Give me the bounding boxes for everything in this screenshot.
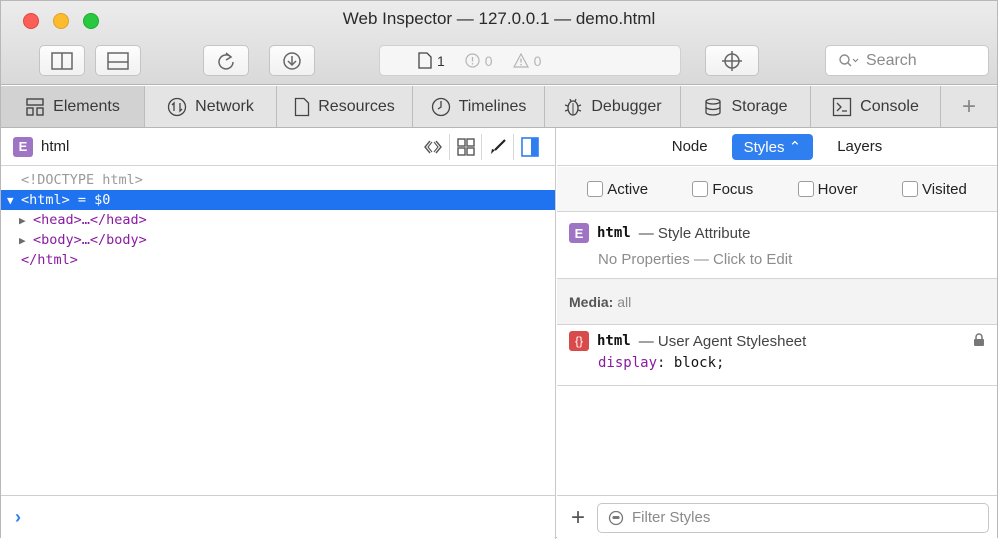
- pseudo-active-checkbox[interactable]: Active: [587, 181, 648, 198]
- layout-grid-button[interactable]: [449, 134, 481, 160]
- element-badge-icon: E: [13, 136, 33, 157]
- rule-origin: — Style Attribute: [638, 224, 751, 242]
- dom-nav-icons: [417, 134, 545, 160]
- pseudo-hover-checkbox[interactable]: Hover: [797, 181, 858, 198]
- reload-button[interactable]: [203, 45, 249, 76]
- tab-elements[interactable]: Elements: [1, 86, 145, 127]
- sidebar-tab-layers[interactable]: Layers: [837, 138, 882, 155]
- dock-side-icon: [51, 51, 73, 70]
- dom-node-html-close[interactable]: </html>: [1, 250, 555, 270]
- resources-icon: [295, 97, 310, 116]
- document-icon: [418, 52, 432, 69]
- search-field[interactable]: Search: [825, 45, 989, 76]
- brush-icon: [490, 139, 506, 154]
- activity-viewer[interactable]: 1 0 0: [379, 45, 681, 76]
- sidebar-tab-styles[interactable]: Styles ⌃: [731, 133, 814, 160]
- search-icon: [839, 53, 859, 66]
- window-title: Web Inspector — 127.0.0.1 — demo.html: [342, 9, 656, 28]
- disclosure-closed-icon[interactable]: ▶: [19, 231, 33, 251]
- quick-console[interactable]: ›: [1, 495, 555, 539]
- rule-origin: — User Agent Stylesheet: [638, 332, 807, 350]
- media-header: Media: all: [557, 279, 997, 325]
- tab-console[interactable]: Console: [811, 86, 941, 127]
- stylesheet-badge-icon: {}: [569, 331, 589, 351]
- errors-count: 0: [465, 53, 493, 69]
- tab-debugger[interactable]: Debugger: [545, 86, 681, 127]
- element-picker-button[interactable]: [705, 45, 759, 76]
- ua-rule-header: {} html — User Agent Stylesheet: [557, 331, 997, 351]
- resources-count: 1: [418, 52, 445, 69]
- filter-placeholder: Filter Styles: [632, 509, 711, 526]
- console-prompt-icon: ›: [15, 507, 21, 527]
- tab-network[interactable]: Network: [145, 86, 277, 127]
- styles-filter-bar: + Filter Styles: [557, 495, 997, 539]
- tab-storage[interactable]: Storage: [681, 86, 811, 127]
- shadow-dom-icon: [424, 140, 442, 154]
- dom-nav-bar: E html: [1, 128, 555, 166]
- rule-selector: html: [597, 333, 631, 349]
- pseudo-focus-checkbox[interactable]: Focus: [692, 181, 753, 198]
- elements-icon: [26, 97, 44, 116]
- checkbox[interactable]: [587, 181, 604, 197]
- timelines-icon: [431, 97, 450, 116]
- network-icon: [168, 97, 187, 116]
- show-shadow-dom-button[interactable]: [417, 134, 449, 160]
- inspector-window: Web Inspector — 127.0.0.1 — demo.html 1 …: [0, 0, 998, 539]
- debugger-icon: [565, 98, 582, 116]
- new-tab-button[interactable]: +: [941, 86, 997, 127]
- checkbox[interactable]: [692, 181, 709, 197]
- console-icon: [832, 97, 852, 116]
- no-properties-text[interactable]: No Properties — Click to Edit: [557, 251, 997, 268]
- dom-tree-panel: E html <!DOCTYPE html> ▼ <html> = $0 ▶ <…: [1, 128, 556, 539]
- pseudo-visited-checkbox[interactable]: Visited: [902, 181, 967, 198]
- details-sidebar: Node Styles ⌃ Layers Active Focus Hover …: [557, 128, 997, 539]
- dom-node-doctype[interactable]: <!DOCTYPE html>: [1, 170, 555, 190]
- checkbox[interactable]: [797, 181, 814, 197]
- dom-node-head[interactable]: ▶ <head>…</head>: [1, 210, 555, 230]
- search-placeholder: Search: [866, 51, 917, 69]
- warning-icon: [512, 53, 529, 68]
- dock-bottom-button[interactable]: [95, 45, 141, 76]
- dom-node-body[interactable]: ▶ <body>…</body>: [1, 230, 555, 250]
- sidebar-tab-bar: Node Styles ⌃ Layers: [557, 128, 997, 166]
- crosshair-icon: [722, 50, 742, 71]
- download-icon: [283, 51, 301, 70]
- grid-icon: [456, 138, 475, 156]
- element-badge-icon: E: [569, 223, 589, 243]
- disclosure-open-icon[interactable]: ▼: [1, 191, 21, 211]
- sidebar-tab-node[interactable]: Node: [672, 138, 708, 155]
- sidebar-icon: [520, 137, 539, 157]
- css-declaration: display: block;: [598, 355, 725, 371]
- filter-styles-input[interactable]: Filter Styles: [597, 502, 989, 533]
- toggle-sidebar-button[interactable]: [513, 134, 545, 160]
- checkbox[interactable]: [902, 181, 919, 197]
- storage-icon: [705, 97, 722, 116]
- tab-timelines[interactable]: Timelines: [413, 86, 545, 127]
- dom-tree: <!DOCTYPE html> ▼ <html> = $0 ▶ <head>…</h…: [1, 170, 555, 270]
- filter-icon: [608, 510, 624, 525]
- title-bar: Web Inspector — 127.0.0.1 — demo.html 1 …: [1, 1, 997, 85]
- warnings-count: 0: [512, 53, 541, 69]
- reload-icon: [218, 51, 234, 70]
- download-button[interactable]: [269, 45, 315, 76]
- disclosure-closed-icon[interactable]: ▶: [19, 211, 33, 231]
- pseudo-class-toggles: Active Focus Hover Visited: [557, 167, 997, 212]
- dock-side-button[interactable]: [39, 45, 85, 76]
- lock-icon: [974, 333, 984, 346]
- style-attribute-header: E html — Style Attribute: [557, 223, 997, 243]
- style-attribute-rule[interactable]: E html — Style Attribute No Properties —…: [557, 213, 997, 279]
- add-rule-button[interactable]: +: [567, 504, 589, 532]
- error-icon: [465, 53, 480, 68]
- rule-selector: html: [597, 225, 631, 241]
- tab-bar: Elements Network Resources Timelines Deb…: [1, 86, 997, 128]
- dock-bottom-icon: [107, 51, 129, 70]
- tab-resources[interactable]: Resources: [277, 86, 413, 127]
- user-agent-rule[interactable]: {} html — User Agent Stylesheet display:…: [557, 325, 997, 386]
- breadcrumb-html[interactable]: html: [41, 138, 69, 155]
- paint-flashing-button[interactable]: [481, 134, 513, 160]
- dom-node-html[interactable]: ▼ <html> = $0: [1, 190, 555, 210]
